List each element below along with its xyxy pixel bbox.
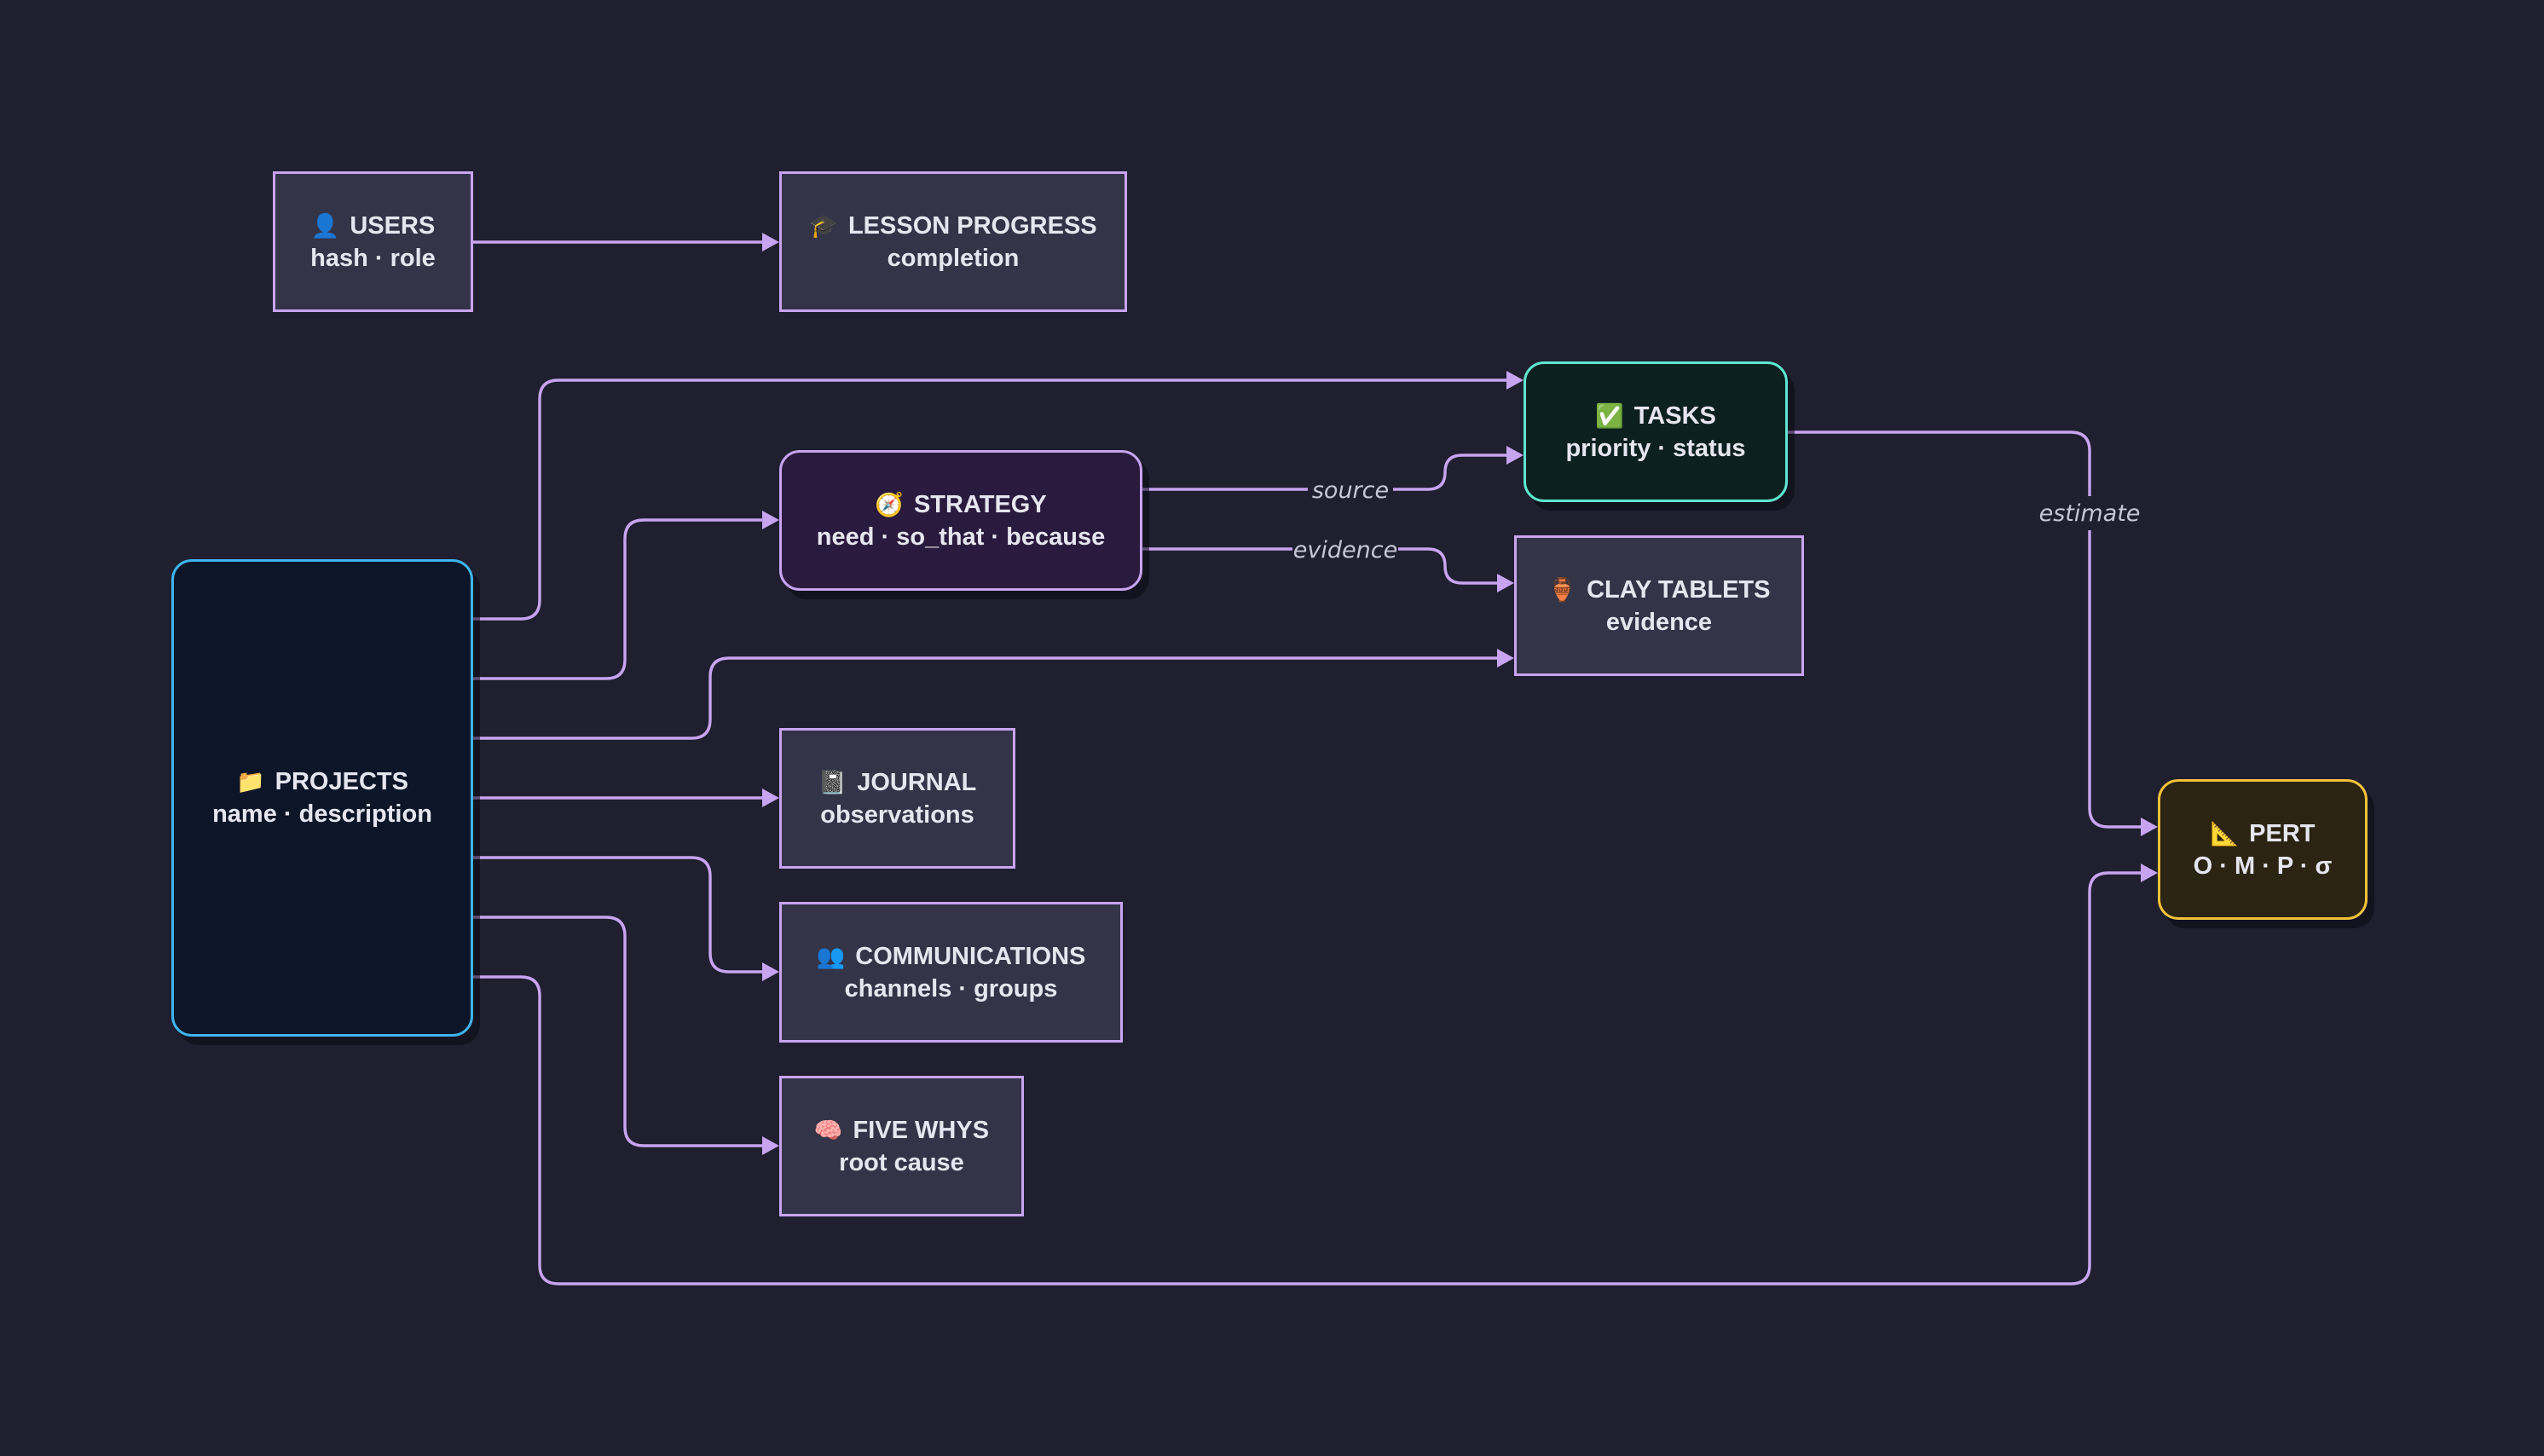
edge-projects-five-whys	[473, 916, 762, 1147]
node-clay-tablets-title: CLAY TABLETS	[1587, 575, 1771, 604]
node-lesson-progress-title: LESSON PROGRESS	[847, 211, 1097, 240]
node-five-whys[interactable]: 🧠 FIVE WHYS root cause	[779, 1076, 1024, 1216]
user-icon: 👤	[310, 212, 340, 239]
edge-projects-strategy-arrowhead	[762, 511, 779, 529]
node-projects-sub: name · description	[212, 800, 432, 828]
node-five-whys-sub: root cause	[839, 1148, 964, 1176]
edge-projects-clay-tablets-arrowhead	[1497, 649, 1514, 667]
edge-label-evidence: evidence	[1293, 537, 1397, 563]
node-users-title: USERS	[350, 211, 436, 240]
node-projects[interactable]: 📁 PROJECTS name · description	[171, 559, 473, 1037]
node-tasks-sub: priority · status	[1565, 434, 1746, 462]
node-five-whys-title: FIVE WHYS	[853, 1116, 990, 1144]
node-users[interactable]: 👤 USERS hash · role	[273, 171, 473, 312]
people-icon: 👥	[816, 943, 846, 969]
node-clay-tablets[interactable]: 🏺 CLAY TABLETS evidence	[1514, 535, 1804, 676]
folder-icon: 📁	[236, 769, 265, 794]
brain-icon: 🧠	[813, 1117, 843, 1143]
node-journal-title: JOURNAL	[857, 768, 977, 796]
node-communications-sub: channels · groups	[844, 974, 1058, 1002]
triangle-ruler-icon: 📐	[2210, 820, 2240, 846]
node-communications-title: COMMUNICATIONS	[855, 942, 1086, 970]
edge-projects-pert-arrowhead	[2141, 864, 2158, 882]
edge-tasks-pert	[1788, 430, 2141, 829]
node-tasks-title: TASKS	[1633, 402, 1716, 430]
node-projects-title: PROJECTS	[275, 768, 408, 795]
edge-projects-strategy	[473, 518, 762, 680]
edge-projects-pert	[473, 871, 2141, 1286]
compass-icon: 🧭	[875, 491, 904, 517]
edge-users-lesson-progress-arrowhead	[762, 233, 779, 251]
node-strategy-sub: need · so_that · because	[816, 523, 1106, 551]
edge-projects-communications-arrowhead	[762, 962, 779, 981]
node-lesson-progress-sub: completion	[887, 244, 1020, 272]
edge-label-source: source	[1312, 477, 1389, 504]
edge-label-estimate: estimate	[2039, 500, 2141, 527]
graduation-cap-icon: 🎓	[809, 212, 838, 239]
node-communications[interactable]: 👥 COMMUNICATIONS channels · groups	[779, 902, 1123, 1043]
node-pert-title: PERT	[2249, 819, 2316, 847]
edge-strategy-tasks-arrowhead	[1506, 446, 1524, 465]
edge-tasks-pert-arrowhead	[2141, 818, 2158, 836]
node-lesson-progress[interactable]: 🎓 LESSON PROGRESS completion	[779, 171, 1127, 312]
diagram-canvas: source evidence estimate 👤 USERS hash · rol…	[0, 0, 2544, 1456]
node-clay-tablets-sub: evidence	[1605, 608, 1713, 636]
node-journal-sub: observations	[820, 800, 974, 829]
amphora-icon: 🏺	[1547, 576, 1577, 603]
node-strategy[interactable]: 🧭 STRATEGY need · so_that · because	[779, 450, 1142, 591]
edge-projects-journal-arrowhead	[762, 789, 779, 807]
node-users-sub: hash · role	[310, 244, 436, 272]
node-tasks[interactable]: ✅ TASKS priority · status	[1524, 361, 1788, 502]
edge-projects-five-whys-arrowhead	[762, 1136, 779, 1155]
node-strategy-title: STRATEGY	[913, 490, 1047, 518]
node-journal[interactable]: 📓 JOURNAL observations	[779, 728, 1015, 869]
check-box-icon: ✅	[1595, 402, 1624, 429]
notebook-icon: 📓	[818, 769, 847, 795]
edge-projects-clay-tablets	[473, 656, 1497, 740]
node-pert[interactable]: 📐 PERT O · M · P · σ	[2158, 779, 2368, 920]
edge-projects-tasks-arrowhead	[1506, 371, 1524, 390]
edge-strategy-clay-tablets-arrowhead	[1497, 574, 1514, 592]
edge-projects-communications	[473, 856, 762, 974]
node-pert-sub: O · M · P · σ	[2193, 852, 2333, 880]
